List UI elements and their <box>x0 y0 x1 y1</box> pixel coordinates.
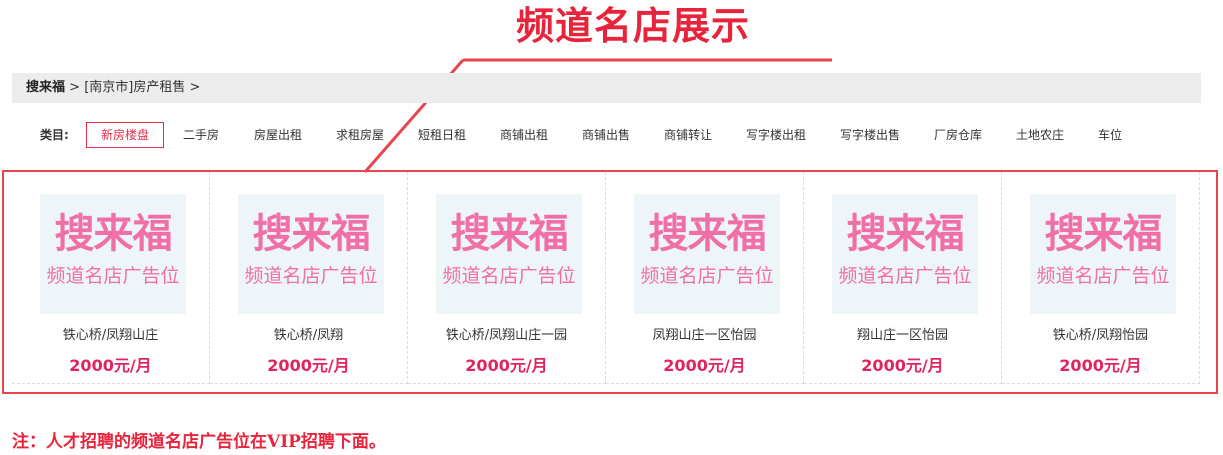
shop-location[interactable]: 凤翔山庄一区怡园 <box>606 324 803 343</box>
category-shop-rent[interactable]: 商铺出租 <box>500 122 548 148</box>
breadcrumb-home-link[interactable]: 搜来福 <box>26 80 65 95</box>
ad-logo-text: 搜来福 <box>648 211 767 257</box>
ad-slot-text: 频道名店广告位 <box>838 265 972 287</box>
shop-price: 2000元/月 <box>663 356 746 375</box>
ad-placeholder-image[interactable]: 搜来福 频道名店广告位 <box>40 194 186 314</box>
category-office-rent[interactable]: 写字楼出租 <box>746 122 806 148</box>
shop-price: 2000元/月 <box>69 356 152 375</box>
shop-price: 2000元/月 <box>267 356 350 375</box>
ad-slot-text: 频道名店广告位 <box>46 265 180 287</box>
category-second-hand[interactable]: 二手房 <box>183 122 219 148</box>
category-factory-warehouse[interactable]: 厂房仓库 <box>934 122 982 148</box>
breadcrumb-separator: > <box>65 80 85 95</box>
category-seeking-rent[interactable]: 求租房屋 <box>336 122 384 148</box>
page-heading: 频道名店展示 <box>516 3 751 48</box>
breadcrumb: 搜来福 > [南京市]房产租售 > <box>12 73 1201 103</box>
shop-card[interactable]: 搜来福 频道名店广告位 铁心桥/凤翔山庄 2000元/月 <box>12 172 210 384</box>
ad-slot-text: 频道名店广告位 <box>1036 265 1170 287</box>
category-rent-out[interactable]: 房屋出租 <box>254 122 302 148</box>
shop-location[interactable]: 翔山庄一区怡园 <box>804 324 1001 343</box>
shop-price: 2000元/月 <box>861 356 944 375</box>
ad-placeholder-image[interactable]: 搜来福 频道名店广告位 <box>634 194 780 314</box>
shop-card[interactable]: 搜来福 频道名店广告位 铁心桥/凤翔 2000元/月 <box>210 172 408 384</box>
ad-logo-text: 搜来福 <box>252 211 371 257</box>
category-shop-sale[interactable]: 商铺出售 <box>582 122 630 148</box>
shop-card[interactable]: 搜来福 频道名店广告位 铁心桥/凤翔山庄一园 2000元/月 <box>408 172 606 384</box>
shop-location[interactable]: 铁心桥/凤翔山庄一园 <box>408 324 605 343</box>
ad-logo-text: 搜来福 <box>54 211 173 257</box>
ad-placeholder-image[interactable]: 搜来福 频道名店广告位 <box>238 194 384 314</box>
ad-placeholder-image[interactable]: 搜来福 频道名店广告位 <box>832 194 978 314</box>
shop-location[interactable]: 铁心桥/凤翔 <box>210 324 407 343</box>
shop-card[interactable]: 搜来福 频道名店广告位 铁心桥/凤翔怡园 2000元/月 <box>1002 172 1200 384</box>
shop-location[interactable]: 铁心桥/凤翔山庄 <box>12 324 209 343</box>
ad-logo-text: 搜来福 <box>450 211 569 257</box>
ad-slot-text: 频道名店广告位 <box>640 265 774 287</box>
shop-card[interactable]: 搜来福 频道名店广告位 翔山庄一区怡园 2000元/月 <box>804 172 1002 384</box>
shop-price: 2000元/月 <box>465 356 548 375</box>
category-short-rent[interactable]: 短租日租 <box>418 122 466 148</box>
ad-slot-text: 频道名店广告位 <box>442 265 576 287</box>
category-land-farm[interactable]: 土地农庄 <box>1016 122 1064 148</box>
breadcrumb-section-link[interactable]: [南京市]房产租售 <box>84 80 185 95</box>
ad-logo-text: 搜来福 <box>1044 211 1163 257</box>
category-office-sale[interactable]: 写字楼出售 <box>840 122 900 148</box>
shop-location[interactable]: 铁心桥/凤翔怡园 <box>1002 324 1199 343</box>
ad-placeholder-image[interactable]: 搜来福 频道名店广告位 <box>436 194 582 314</box>
footer-note: 注：人才招聘的频道名店广告位在VIP招聘下面。 <box>12 432 386 452</box>
ad-slot-text: 频道名店广告位 <box>244 265 378 287</box>
category-new-homes[interactable]: 新房楼盘 <box>86 122 165 148</box>
ad-logo-text: 搜来福 <box>846 211 965 257</box>
shop-price: 2000元/月 <box>1059 356 1142 375</box>
shop-card[interactable]: 搜来福 频道名店广告位 凤翔山庄一区怡园 2000元/月 <box>606 172 804 384</box>
category-label: 类目: <box>40 128 69 142</box>
breadcrumb-separator: > <box>185 80 201 95</box>
ad-placeholder-image[interactable]: 搜来福 频道名店广告位 <box>1030 194 1176 314</box>
category-shop-transfer[interactable]: 商铺转让 <box>664 122 712 148</box>
category-parking[interactable]: 车位 <box>1098 122 1122 148</box>
